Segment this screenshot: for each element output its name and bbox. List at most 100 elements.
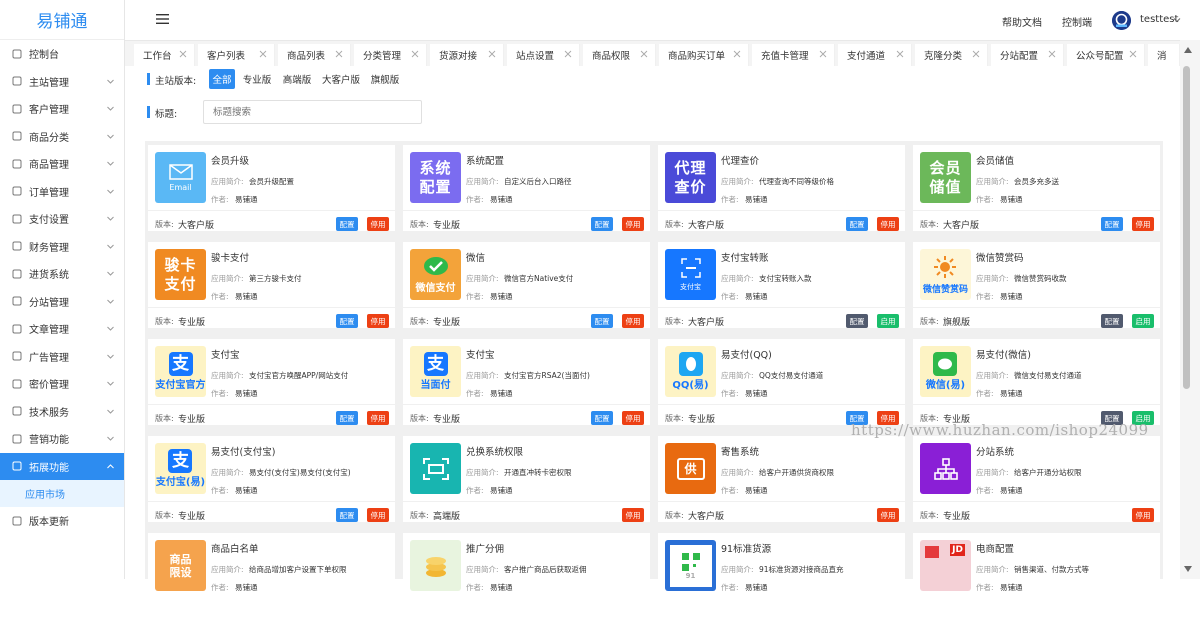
desc-label: 应用简介: xyxy=(721,371,754,380)
close-icon[interactable] xyxy=(259,50,267,58)
sidebar-item-14[interactable]: 营销功能 xyxy=(0,425,124,453)
config-button[interactable]: 配置 xyxy=(1101,217,1123,231)
card-divider xyxy=(403,501,650,502)
sidebar-item-10[interactable]: 文章管理 xyxy=(0,315,124,343)
sidebar-item-7[interactable]: 财务管理 xyxy=(0,233,124,261)
menu-toggle-icon[interactable] xyxy=(156,13,169,25)
tab-4[interactable]: 货源对接 xyxy=(430,44,504,66)
scroll-down-arrow-icon[interactable] xyxy=(1184,566,1192,572)
close-icon[interactable] xyxy=(640,50,648,58)
disable-button[interactable]: 停用 xyxy=(367,314,389,328)
config-button[interactable]: 配置 xyxy=(591,314,613,328)
disable-button[interactable]: 停用 xyxy=(622,217,644,231)
app-name: 推广分佣 xyxy=(466,544,505,555)
close-icon[interactable] xyxy=(1129,50,1137,58)
disable-button[interactable]: 停用 xyxy=(367,411,389,425)
sidebar-item-5[interactable]: 订单管理 xyxy=(0,178,124,206)
close-icon[interactable] xyxy=(1048,50,1056,58)
disable-button[interactable]: 停用 xyxy=(622,411,644,425)
disable-button[interactable]: 停用 xyxy=(877,217,899,231)
disable-button[interactable]: 停用 xyxy=(622,508,644,522)
chevron-down-icon[interactable] xyxy=(1173,16,1181,24)
config-button[interactable]: 配置 xyxy=(591,217,613,231)
version-option-3[interactable]: 大客户版 xyxy=(320,69,362,89)
config-button[interactable]: 配置 xyxy=(336,411,358,425)
console-link[interactable]: 控制端 xyxy=(1062,14,1092,29)
card-divider xyxy=(658,307,905,308)
close-icon[interactable] xyxy=(179,50,187,58)
tab-3[interactable]: 分类管理 xyxy=(354,44,427,66)
sidebar-item-9[interactable]: 分站管理 xyxy=(0,288,124,316)
title-search-input[interactable] xyxy=(203,100,422,124)
tab-8[interactable]: 充值卡管理 xyxy=(752,44,835,66)
sidebar-item-15[interactable]: 拓展功能 xyxy=(0,452,124,480)
close-icon[interactable] xyxy=(488,50,496,58)
sidebar-item-8[interactable]: 进货系统 xyxy=(0,260,124,288)
config-button[interactable]: 配置 xyxy=(336,314,358,328)
tab-1[interactable]: 客户列表 xyxy=(198,44,275,66)
sidebar-subitem-app-market[interactable]: 应用市场 xyxy=(0,480,124,507)
help-docs-link[interactable]: 帮助文档 xyxy=(1002,14,1042,29)
sidebar-item-2[interactable]: 客户管理 xyxy=(0,95,124,123)
close-icon[interactable] xyxy=(411,50,419,58)
disable-button[interactable]: 停用 xyxy=(877,508,899,522)
sidebar-item-0[interactable]: 控制台 xyxy=(0,40,124,68)
tab-label: 客户列表 xyxy=(207,51,246,62)
version-option-4[interactable]: 旗舰版 xyxy=(368,69,402,89)
disable-button[interactable]: 停用 xyxy=(367,217,389,231)
tab-0[interactable]: 工作台 xyxy=(134,44,195,66)
config-button[interactable]: 配置 xyxy=(846,314,868,328)
sidebar-item-1[interactable]: 主站管理 xyxy=(0,68,124,96)
sidebar-item-version-update[interactable]: 版本更新 xyxy=(0,507,124,535)
close-icon[interactable] xyxy=(335,50,343,58)
tab-7[interactable]: 商品购买订单 xyxy=(659,44,749,66)
tag-icon xyxy=(11,378,23,390)
tab-10[interactable]: 克隆分类 xyxy=(915,44,988,66)
scroll-up-arrow-icon[interactable] xyxy=(1184,47,1192,53)
app-logo[interactable]: 易铺通 xyxy=(0,0,124,40)
sidebar-item-4[interactable]: 商品管理 xyxy=(0,150,124,178)
tab-12[interactable]: 公众号配置 xyxy=(1067,44,1145,66)
sidebar-item-3[interactable]: 商品分类 xyxy=(0,123,124,151)
scrollbar-thumb[interactable] xyxy=(1183,66,1190,389)
app-author: 易铺通 xyxy=(235,195,258,204)
enable-button[interactable]: 启用 xyxy=(1132,314,1154,328)
close-icon[interactable] xyxy=(564,50,572,58)
version-option-2[interactable]: 高端版 xyxy=(280,69,314,89)
avatar[interactable] xyxy=(1112,11,1131,30)
close-icon[interactable] xyxy=(819,50,827,58)
tab-9[interactable]: 支付通道 xyxy=(838,44,912,66)
enable-button[interactable]: 启用 xyxy=(877,314,899,328)
tab-13[interactable]: 消 xyxy=(1148,44,1180,66)
close-icon[interactable] xyxy=(896,50,904,58)
config-button[interactable]: 配置 xyxy=(846,217,868,231)
tab-11[interactable]: 分站配置 xyxy=(991,44,1064,66)
close-icon[interactable] xyxy=(972,50,980,58)
alipay-transfer-icon: 支付宝 xyxy=(665,249,716,300)
list-icon xyxy=(11,130,23,142)
tab-6[interactable]: 商品权限 xyxy=(583,44,656,66)
app-card: JD 电商配置 应用简介: 销售渠道、付款方式等 作者: 易铺通 xyxy=(913,533,1160,619)
sidebar-item-12[interactable]: 密价管理 xyxy=(0,370,124,398)
config-button[interactable]: 配置 xyxy=(336,217,358,231)
disable-button[interactable]: 停用 xyxy=(367,508,389,522)
config-button[interactable]: 配置 xyxy=(591,411,613,425)
close-icon[interactable] xyxy=(733,50,741,58)
version-option-1[interactable]: 专业版 xyxy=(240,69,274,89)
substation-icon xyxy=(920,443,971,494)
author-label: 作者: xyxy=(721,195,739,204)
tab-label: 商品列表 xyxy=(287,51,326,62)
disable-button[interactable]: 停用 xyxy=(622,314,644,328)
version-label: 版本: xyxy=(665,414,684,423)
sidebar-item-11[interactable]: 广告管理 xyxy=(0,343,124,371)
config-button[interactable]: 配置 xyxy=(336,508,358,522)
version-option-0[interactable]: 全部 xyxy=(209,69,235,89)
disable-button[interactable]: 停用 xyxy=(1132,217,1154,231)
sidebar-item-13[interactable]: 技术服务 xyxy=(0,398,124,426)
tab-5[interactable]: 站点设置 xyxy=(507,44,580,66)
app-version: 专业版 xyxy=(178,318,206,328)
sidebar-item-6[interactable]: 支付设置 xyxy=(0,205,124,233)
config-button[interactable]: 配置 xyxy=(1101,314,1123,328)
disable-button[interactable]: 停用 xyxy=(1132,508,1154,522)
tab-2[interactable]: 商品列表 xyxy=(278,44,351,66)
